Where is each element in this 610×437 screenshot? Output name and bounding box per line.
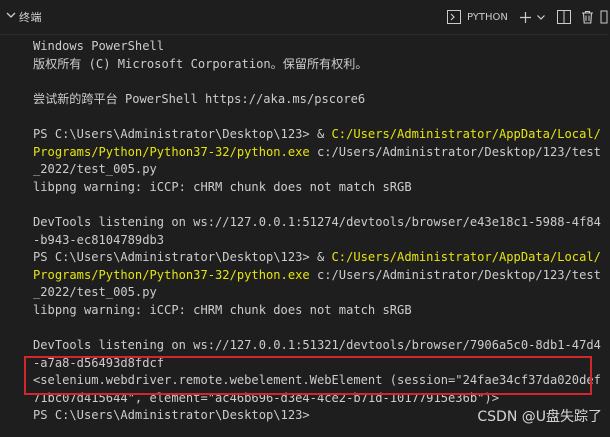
dropdown-icon[interactable] [536,8,546,26]
terminal-line: DevTools listening on ws://127.0.0.1:513… [33,337,610,355]
terminal-text: libpng warning: iCCP: cHRM chunk does no… [33,302,412,317]
terminal-line: _2022/test_005.py [33,161,610,179]
terminal-header: 终端 PYTHON [0,0,610,35]
terminal-line: PS C:\Users\Administrator\Desktop\123> &… [33,249,610,267]
split-icon[interactable] [557,8,573,26]
terminal-text: 尝试新的跨平台 PowerShell https://aka.ms/pscore… [33,91,366,106]
terminal-panel: 终端 PYTHON Windows PowerShell 版权所有 (C) Mi… [0,0,610,437]
terminal-text: DevTools listening on ws://127.0.0.1:513… [33,338,601,353]
plus-icon[interactable] [519,8,533,26]
highlighted-path: Programs/Python/Python37-32/python.exe [33,267,310,282]
terminal-line: PS C:\Users\Administrator\Desktop\123> &… [33,126,610,144]
terminal-text: PS C:\Users\Administrator\Desktop\123> [33,408,310,423]
highlighted-path: Programs/Python/Python37-32/python.exe [33,144,310,159]
terminal-line: 尝试新的跨平台 PowerShell https://aka.ms/pscore… [33,91,610,109]
terminal-line: 版权所有 (C) Microsoft Corporation。保留所有权利。 [33,56,610,74]
terminal-text: c:/Users/Administrator/Desktop/123/test [309,267,601,282]
watermark: CSDN @U盘失踪了 [477,409,602,425]
terminal-text: -b943-ec8104789db3 [33,232,165,247]
terminal-line: Programs/Python/Python37-32/python.exe c… [33,267,610,285]
shell-name-label[interactable]: PYTHON [467,8,508,26]
terminal-text: _2022/test_005.py [33,162,157,177]
terminal-text: _2022/test_005.py [33,285,157,300]
more-icon[interactable] [600,2,610,32]
terminal-line: -b943-ec8104789db3 [33,232,610,250]
terminal-text: PS C:\Users\Administrator\Desktop\123> & [33,126,332,141]
terminal-line: _2022/test_005.py [33,284,610,302]
terminal-line: Windows PowerShell [33,38,610,56]
terminal-text: PS C:\Users\Administrator\Desktop\123> & [33,250,332,265]
terminal-line: libpng warning: iCCP: cHRM chunk does no… [33,302,610,320]
highlighted-path: C:/Users/Administrator/AppData/Local/ [331,126,601,141]
chevron-down-icon[interactable] [5,9,17,21]
trash-icon[interactable] [581,8,595,26]
panel-title[interactable]: 终端 [19,9,42,25]
terminal-line: Programs/Python/Python37-32/python.exe c… [33,144,610,162]
terminal-line: libpng warning: iCCP: cHRM chunk does no… [33,179,610,197]
terminal-text: c:/Users/Administrator/Desktop/123/test [309,144,601,159]
terminal-line: DevTools listening on ws://127.0.0.1:512… [33,214,610,232]
terminal-text: 版权所有 (C) Microsoft Corporation。保留所有权利。 [33,56,368,71]
annotation-highlight-box [24,356,592,395]
terminal-text: DevTools listening on ws://127.0.0.1:512… [33,214,601,229]
highlighted-path: C:/Users/Administrator/AppData/Local/ [331,250,601,265]
terminal-text: libpng warning: iCCP: cHRM chunk does no… [33,179,412,194]
terminal-text: Windows PowerShell [33,39,165,53]
terminal-icon[interactable] [447,8,463,26]
